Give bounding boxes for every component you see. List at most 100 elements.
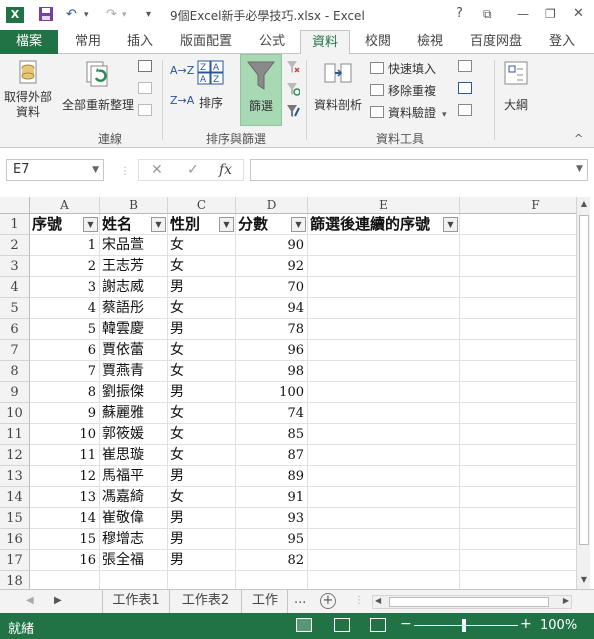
cell-gender[interactable]: 男 [168, 529, 236, 550]
cell-serial[interactable]: 14 [30, 508, 100, 529]
empty-cell[interactable] [308, 550, 460, 571]
worksheet-grid[interactable]: A B C D E F 1 序號 ▼ 姓名 ▼ 性別 ▼ 分數 ▼ 篩選後連續的序號 ▼ 2 1 宋品萱女… [0, 197, 576, 589]
close-button[interactable]: ✕ [573, 5, 584, 23]
zoom-in-button[interactable]: + [520, 616, 532, 632]
cell-score[interactable]: 74 [236, 403, 308, 424]
row-header[interactable]: 3 [0, 256, 30, 277]
reapply-filter-icon[interactable] [286, 82, 301, 99]
empty-cell[interactable] [168, 571, 236, 589]
empty-cell[interactable] [308, 277, 460, 298]
cell-name[interactable]: 韓雲慶 [100, 319, 168, 340]
row-header[interactable]: 12 [0, 445, 30, 466]
cell-gender[interactable]: 男 [168, 508, 236, 529]
cell-name[interactable]: 崔思璇 [100, 445, 168, 466]
cancel-icon[interactable]: ✕ [151, 160, 163, 180]
empty-cell[interactable] [460, 277, 576, 298]
row-header[interactable]: 5 [0, 298, 30, 319]
redo-icon[interactable]: ↷ [106, 6, 117, 24]
sort-az-button[interactable]: A→Z [170, 64, 194, 77]
insert-function-icon[interactable]: fx [219, 160, 232, 180]
empty-cell[interactable] [460, 235, 576, 256]
cell-serial[interactable]: 7 [30, 361, 100, 382]
cell-score[interactable]: 78 [236, 319, 308, 340]
scroll-down-icon[interactable]: ▼ [577, 573, 591, 587]
empty-cell[interactable] [308, 361, 460, 382]
cell-serial[interactable]: 16 [30, 550, 100, 571]
empty-cell[interactable] [236, 571, 308, 589]
cell-serial[interactable]: 3 [30, 277, 100, 298]
horizontal-scroll-thumb[interactable] [389, 597, 549, 607]
sign-in-link[interactable]: 登入 [542, 30, 582, 54]
row-header[interactable]: 10 [0, 403, 30, 424]
zoom-slider-thumb[interactable] [462, 619, 466, 632]
empty-cell[interactable] [460, 403, 576, 424]
cell-serial[interactable]: 12 [30, 466, 100, 487]
horizontal-scrollbar[interactable]: ◀ ▶ [372, 595, 572, 609]
empty-cell[interactable] [460, 466, 576, 487]
empty-cell[interactable] [308, 508, 460, 529]
cell-name[interactable]: 崔敬偉 [100, 508, 168, 529]
cell-serial[interactable]: 8 [30, 382, 100, 403]
zoom-out-button[interactable]: − [400, 616, 412, 632]
sort-za-button[interactable]: Z→A [170, 94, 194, 107]
consolidate-icon[interactable] [458, 60, 476, 74]
empty-cell[interactable] [308, 529, 460, 550]
cell-serial[interactable]: 4 [30, 298, 100, 319]
cell-name[interactable]: 宋品萱 [100, 235, 168, 256]
header-cell[interactable]: 姓名 ▼ [100, 214, 168, 235]
empty-cell[interactable] [308, 403, 460, 424]
cell-name[interactable]: 穆增志 [100, 529, 168, 550]
advanced-filter-icon[interactable] [286, 104, 300, 121]
cell-gender[interactable]: 男 [168, 550, 236, 571]
formula-bar-resize-handle[interactable]: ⋮ [120, 166, 130, 177]
cell-serial[interactable]: 10 [30, 424, 100, 445]
empty-cell[interactable] [460, 361, 576, 382]
cell-name[interactable]: 馬福平 [100, 466, 168, 487]
edit-links-icon[interactable] [138, 104, 156, 118]
empty-cell[interactable] [460, 487, 576, 508]
cell-score[interactable]: 82 [236, 550, 308, 571]
cell-score[interactable]: 94 [236, 298, 308, 319]
sheet-tab-2[interactable]: 工作表2 [170, 590, 242, 613]
column-header-e[interactable]: E [308, 197, 460, 214]
empty-cell[interactable] [308, 340, 460, 361]
empty-cell[interactable] [460, 550, 576, 571]
cell-score[interactable]: 93 [236, 508, 308, 529]
cell-name[interactable]: 賈依蕾 [100, 340, 168, 361]
empty-cell[interactable] [460, 298, 576, 319]
cell-score[interactable]: 90 [236, 235, 308, 256]
minimize-button[interactable]: — [517, 5, 529, 23]
cell-name[interactable]: 謝志威 [100, 277, 168, 298]
connections-icon[interactable] [138, 60, 156, 74]
help-button[interactable]: ? [456, 5, 463, 23]
row-header[interactable]: 1 [0, 214, 30, 235]
cell-serial[interactable]: 1 [30, 235, 100, 256]
cell-gender[interactable]: 男 [168, 319, 236, 340]
cell-gender[interactable]: 女 [168, 361, 236, 382]
scroll-up-icon[interactable]: ▲ [577, 197, 591, 211]
filter-dropdown-icon[interactable]: ▼ [219, 217, 234, 232]
cell-score[interactable]: 96 [236, 340, 308, 361]
more-sheets-button[interactable]: ... [294, 592, 306, 607]
cell-serial[interactable]: 15 [30, 529, 100, 550]
cell-gender[interactable]: 女 [168, 256, 236, 277]
empty-cell[interactable] [460, 445, 576, 466]
undo-dropdown-icon[interactable]: ▾ [84, 6, 89, 24]
properties-icon[interactable] [138, 82, 156, 96]
cell-name[interactable]: 張全福 [100, 550, 168, 571]
chevron-down-icon[interactable]: ▼ [92, 160, 99, 180]
undo-icon[interactable]: ↶ [66, 6, 77, 24]
collapse-ribbon-button[interactable]: ^ [574, 132, 583, 145]
cell-name[interactable]: 郭筱媛 [100, 424, 168, 445]
name-box[interactable]: E7 ▼ [6, 159, 104, 181]
cell-serial[interactable]: 9 [30, 403, 100, 424]
header-cell[interactable]: 篩選後連續的序號 ▼ [308, 214, 460, 235]
add-sheet-button[interactable]: + [320, 593, 336, 609]
cell-score[interactable]: 92 [236, 256, 308, 277]
cell-name[interactable]: 賈燕青 [100, 361, 168, 382]
clear-filter-icon[interactable] [286, 60, 300, 77]
empty-cell[interactable] [460, 340, 576, 361]
text-to-columns-button[interactable]: 資料剖析 [312, 60, 364, 113]
cell-serial[interactable]: 13 [30, 487, 100, 508]
row-header[interactable]: 11 [0, 424, 30, 445]
